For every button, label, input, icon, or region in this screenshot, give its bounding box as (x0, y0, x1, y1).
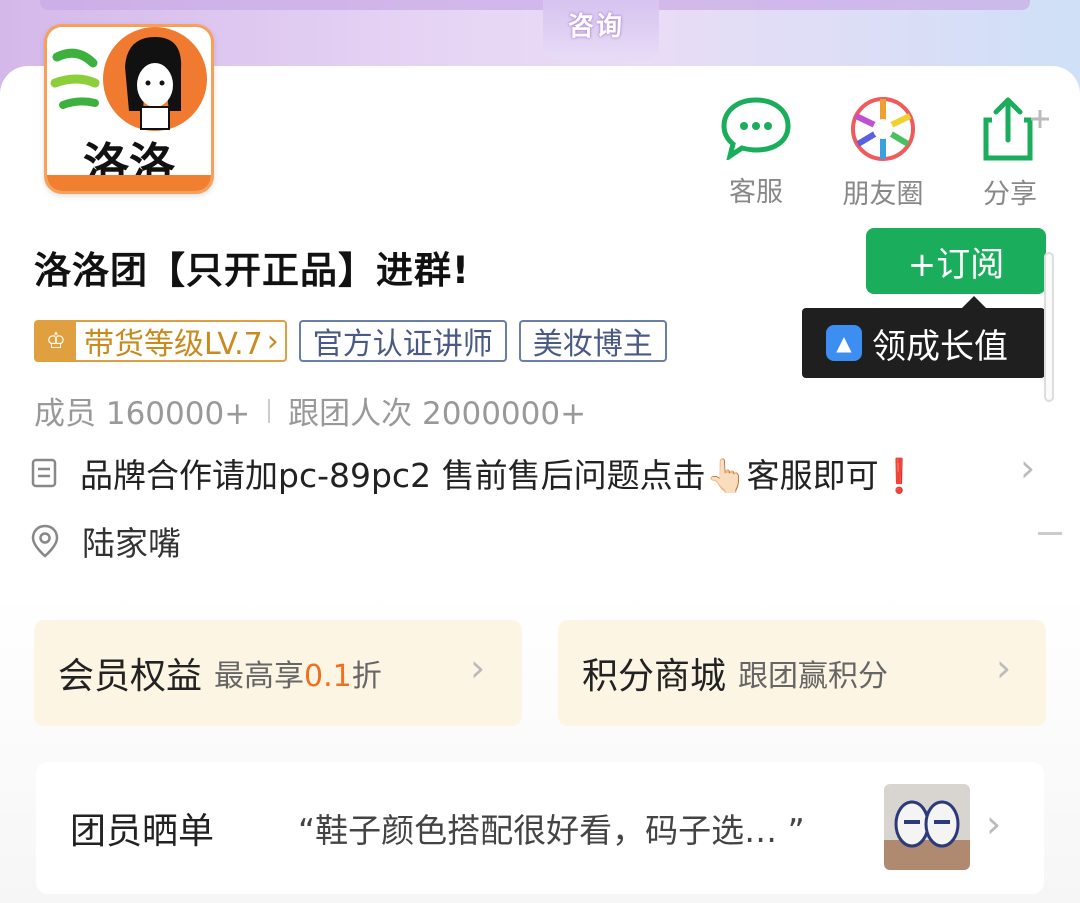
group-title: 洛洛团【只开正品】进群! (34, 249, 470, 292)
growth-arrow-icon: ▲ (826, 325, 862, 361)
moments-button[interactable]: 朋友圈 (833, 96, 933, 211)
group-logo[interactable]: 洛洛 (44, 24, 214, 194)
notice-text: 品牌合作请加pc-89pc2 售前售后问题点击👆🏻客服即可❗ (80, 456, 920, 495)
collapse-indicator[interactable] (1038, 532, 1062, 535)
member-benefits-sub: 最高享0.1折 (214, 651, 382, 695)
member-showcase-card[interactable]: 团员晒单 “鞋子颜色搭配很好看，码子选… ” › (36, 762, 1044, 894)
level-tag-label: 带货等级LV.7 (84, 327, 263, 362)
blogger-tag: 美妆博主 (518, 320, 667, 362)
points-mall-title: 积分商城 (582, 656, 727, 697)
chevron-right-icon: › (986, 802, 1002, 846)
points-mall-card[interactable]: 积分商城 跟团赢积分 › (558, 620, 1046, 726)
chevron-right-icon: › (470, 646, 486, 690)
member-benefits-discount: 0.1 (304, 659, 352, 694)
showcase-quote: “鞋子颜色搭配很好看，码子选… ” (298, 811, 805, 850)
girl-avatar-icon (50, 27, 207, 131)
member-benefits-prefix: 最高享 (214, 659, 305, 694)
stats-divider (268, 398, 271, 423)
chat-bubble-icon (721, 97, 791, 160)
showcase-thumbnail[interactable] (884, 784, 970, 870)
cert-tag: 官方认证讲师 (298, 320, 507, 362)
customer-service-label: 客服 (729, 177, 783, 208)
growth-value-tooltip[interactable]: ▲ 领成长值 (802, 296, 1045, 378)
member-benefits-title: 会员权益 (58, 656, 203, 697)
tag-row: ♔ 带货等级LV.7 › 官方认证讲师 美妆博主 (34, 320, 667, 362)
banner-strip (40, 0, 1030, 10)
moments-label: 朋友圈 (842, 179, 924, 210)
member-benefits-suffix: 折 (351, 659, 382, 694)
consult-tab-label[interactable]: 咨询 (568, 6, 624, 43)
location-row[interactable]: 陆家嘴 (30, 516, 181, 566)
crown-icon: ♔ (36, 322, 76, 360)
notice-row[interactable]: 品牌合作请加pc-89pc2 售前售后问题点击👆🏻客服即可❗ › (30, 446, 1050, 498)
chevron-right-icon: › (996, 646, 1012, 690)
member-count: 成员 160000+ (34, 396, 251, 432)
location-pin-icon (31, 524, 59, 558)
location-text: 陆家嘴 (82, 524, 181, 563)
showcase-title: 团员晒单 (70, 811, 215, 852)
document-icon (31, 458, 57, 488)
group-stats: 成员 160000+ 跟团人次 2000000+ (34, 388, 586, 433)
subscribe-button[interactable]: +订阅 (866, 228, 1046, 294)
share-icon (983, 97, 1049, 161)
member-benefits-card[interactable]: 会员权益 最高享0.1折 › (34, 620, 522, 726)
shoe-photo-icon (884, 784, 970, 870)
chevron-right-icon: › (1020, 446, 1036, 490)
level-tag[interactable]: ♔ 带货等级LV.7 › (34, 320, 287, 362)
customer-service-button[interactable]: 客服 (706, 96, 806, 209)
visit-count: 跟团人次 2000000+ (288, 396, 587, 432)
tooltip-label: 领成长值 (872, 326, 1008, 367)
share-button[interactable]: 分享 (960, 96, 1060, 211)
logo-band (47, 175, 211, 191)
share-label: 分享 (983, 179, 1037, 210)
chevron-right-icon: › (266, 323, 279, 359)
scrollbar[interactable] (1044, 252, 1054, 402)
moments-icon (851, 97, 915, 161)
points-mall-sub: 跟团赢积分 (738, 659, 889, 694)
